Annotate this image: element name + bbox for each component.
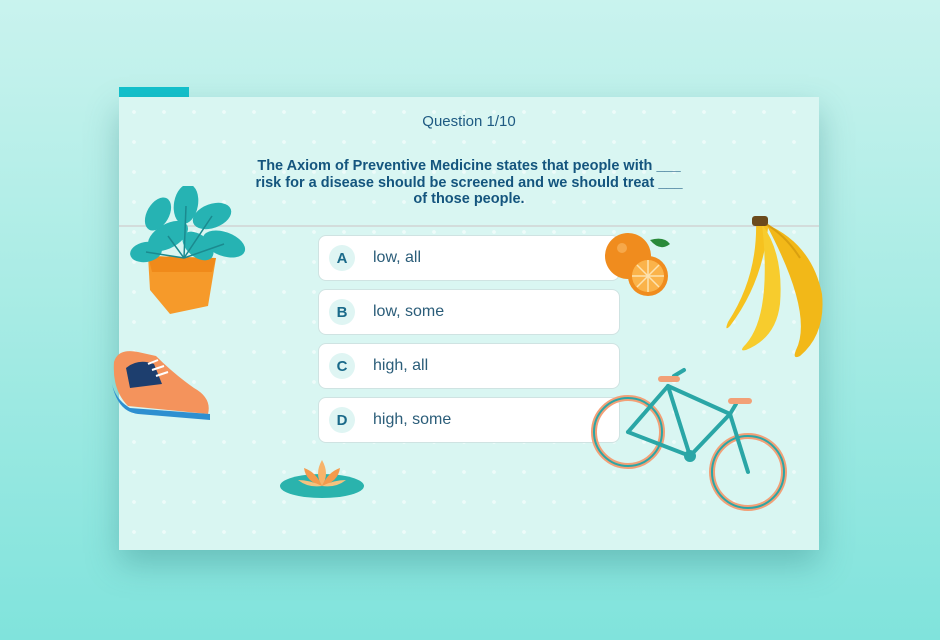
answer-letter: B [329, 299, 355, 325]
answer-letter: C [329, 353, 355, 379]
question-counter: Question 1/10 [422, 113, 516, 130]
answer-letter: D [329, 407, 355, 433]
answer-label: low, all [373, 249, 422, 266]
orange-icon [605, 233, 670, 296]
answer-label: low, some [373, 303, 445, 320]
question-text: The Axiom of Preventive Medicine states … [255, 158, 683, 207]
sneaker-icon [112, 351, 210, 420]
answer-label: high, some [373, 411, 452, 428]
bicycle-icon [591, 368, 787, 511]
answer-option-d[interactable]: D high, some [318, 397, 620, 443]
answer-option-a[interactable]: A low, all [318, 235, 620, 281]
answer-option-b[interactable]: B low, some [318, 289, 620, 335]
answer-letter: A [329, 245, 355, 271]
answer-list: A low, all B low, some C high, all D hig… [318, 235, 620, 451]
lotus-icon [280, 460, 364, 498]
banana-icon [726, 216, 823, 358]
potted-plant-icon [130, 186, 246, 314]
answer-option-c[interactable]: C high, all [318, 343, 620, 389]
progress-bar [119, 87, 189, 97]
answer-label: high, all [373, 357, 429, 374]
